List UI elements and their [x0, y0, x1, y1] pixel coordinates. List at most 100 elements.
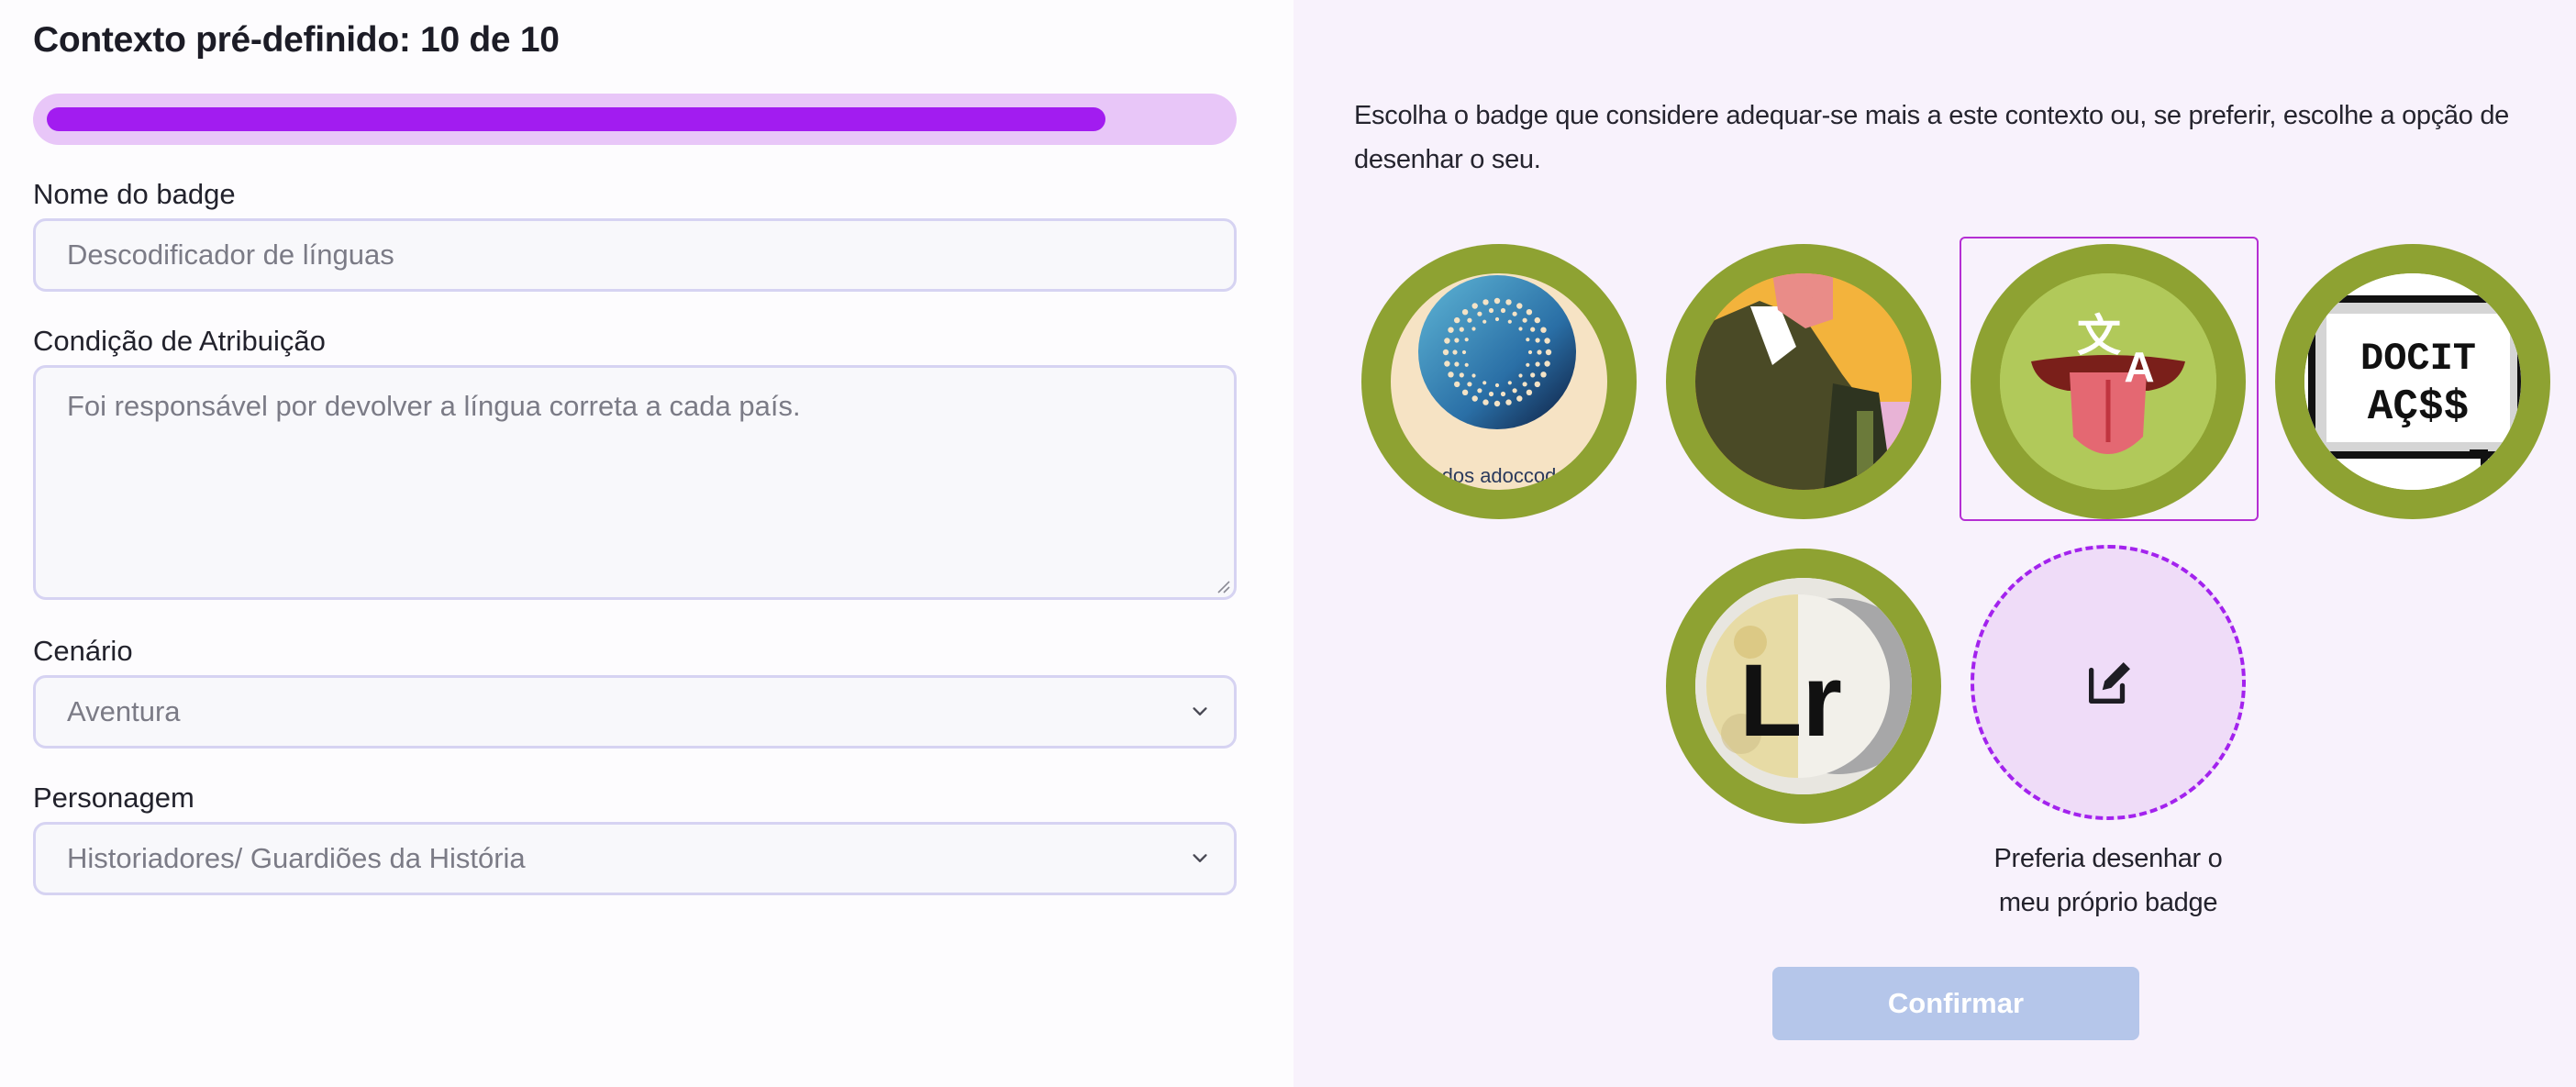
globe-dot	[1467, 317, 1472, 323]
globe-dot	[1512, 388, 1517, 394]
pixel-text-line-2: AÇ$$	[2368, 383, 2469, 431]
globe-dot	[1505, 399, 1512, 405]
globe-dot	[1537, 349, 1542, 355]
globe-dot	[1544, 338, 1550, 344]
globe-dot	[1507, 319, 1512, 324]
globe-dot	[1471, 373, 1476, 378]
globe-dot	[1454, 338, 1460, 343]
badge-option-dots-globe[interactable]: dos adoccod	[1361, 244, 1637, 519]
globe-dot	[1526, 338, 1530, 342]
globe-dot	[1527, 349, 1533, 355]
globe-dot	[1493, 297, 1501, 305]
condition-label: Condição de Atribuição	[33, 325, 326, 357]
badge-option-translate-tongue[interactable]: 文 A	[1971, 244, 2246, 519]
globe-dot	[1544, 360, 1550, 367]
edit-icon	[2089, 662, 2130, 704]
translate-a-glyph: A	[2124, 343, 2154, 391]
globe-dot	[1522, 382, 1527, 387]
globe-dot	[1535, 361, 1540, 367]
badge-image: Lr	[1695, 578, 1912, 794]
globe-dot	[1444, 338, 1450, 344]
draw-own-badge-label: Preferia desenhar o meu próprio badge	[1993, 844, 2223, 917]
globe-dot	[1494, 383, 1500, 388]
globe-dot	[1482, 381, 1487, 385]
globe-dot	[1471, 303, 1478, 309]
globe-dot	[1488, 391, 1494, 397]
globe-dot	[1454, 316, 1460, 324]
scenario-label: Cenário	[33, 635, 133, 667]
globe-dot	[1507, 381, 1512, 385]
pixel-text-line-1: DOCIT	[2360, 337, 2476, 381]
globe-dot	[1477, 388, 1482, 394]
character-value: Historiadores/ Guardiões da História	[67, 842, 526, 874]
globe-dot	[1535, 338, 1540, 343]
globe-dot	[1500, 307, 1506, 314]
pixel-speech-bubble-image: DOCIT AÇ$$	[2304, 273, 2521, 490]
globe-dot	[1526, 362, 1530, 367]
globe-dot	[1454, 361, 1460, 367]
globe-dot	[1482, 299, 1489, 305]
badge-instructions: Escolha o badge que considere adequar-se…	[1354, 101, 2510, 174]
globe-dot	[1459, 372, 1464, 378]
globe-dot	[1477, 311, 1482, 316]
badge-name-label: Nome do badge	[33, 178, 236, 210]
globe-dot	[1471, 395, 1478, 402]
globe-dot	[1452, 349, 1458, 355]
globe-dot	[1444, 360, 1450, 367]
globe-dot	[1512, 311, 1517, 316]
globe-dot	[1534, 381, 1540, 388]
badge-option-lr-painting[interactable]: Lr	[1666, 549, 1941, 824]
page-title: Contexto pré-definido: 10 de 10	[33, 20, 560, 60]
chevron-down-icon	[1193, 854, 1207, 862]
globe-dot	[1516, 395, 1523, 402]
translate-tongue-image: 文 A	[2000, 273, 2216, 490]
dots-globe-image: dos adoccod	[1418, 275, 1576, 487]
globe-dot	[1540, 372, 1547, 378]
globe-dot	[1518, 373, 1523, 378]
resize-grip-icon[interactable]	[1216, 579, 1230, 593]
dots-globe-caption: dos adoccod	[1442, 464, 1557, 487]
globe-dot	[1516, 303, 1523, 309]
globe-dot	[1540, 327, 1547, 333]
chevron-down-icon	[1193, 707, 1207, 715]
globe-dot	[1448, 372, 1454, 378]
globe-dot	[1467, 382, 1472, 387]
globe-dot	[1500, 391, 1506, 397]
figure-illustration-image	[1695, 273, 1912, 490]
badge-image: dos adoccod	[1391, 273, 1607, 490]
character-label: Personagem	[33, 782, 194, 814]
globe-dot	[1493, 400, 1501, 407]
globe-dot	[1461, 349, 1467, 355]
globe-dot	[1448, 327, 1454, 333]
confirm-button[interactable]: Confirmar	[1772, 967, 2139, 1040]
globe-dot	[1526, 309, 1533, 316]
globe-dot	[1464, 362, 1469, 367]
globe-dot	[1461, 309, 1469, 316]
scenario-select[interactable]: Aventura	[33, 675, 1237, 749]
globe-dot	[1545, 349, 1552, 356]
page: Contexto pré-definido: 10 de 10 Nome do …	[0, 0, 2576, 1087]
globe-dot	[1534, 316, 1540, 324]
draw-own-badge-option[interactable]	[1971, 545, 2246, 820]
globe-dot	[1459, 327, 1464, 332]
badge-name-input[interactable]: Descodificador de línguas	[33, 218, 1237, 292]
badge-image: DOCIT AÇ$$	[2304, 273, 2521, 490]
lr-painting-image: Lr	[1695, 578, 1912, 794]
globe-dot	[1471, 327, 1476, 331]
globe-dot	[1482, 319, 1487, 324]
condition-text: Foi responsável por devolver a língua co…	[67, 390, 801, 422]
globe-dot	[1526, 389, 1533, 395]
globe-dot	[1464, 338, 1469, 342]
globe-dot	[1488, 307, 1494, 314]
character-select[interactable]: Historiadores/ Guardiões da História	[33, 822, 1237, 895]
globe-dot	[1482, 399, 1489, 405]
globe-dot	[1442, 349, 1449, 356]
badge-image	[1695, 273, 1912, 490]
scenario-value: Aventura	[67, 695, 181, 727]
badge-option-pixel-bubble[interactable]: DOCIT AÇ$$	[2275, 244, 2550, 519]
lr-glyph: Lr	[1739, 643, 1842, 758]
condition-textarea[interactable]: Foi responsável por devolver a língua co…	[33, 365, 1237, 600]
globe-dot	[1530, 327, 1536, 332]
badge-option-figure[interactable]	[1666, 244, 1941, 519]
globe-dot	[1494, 316, 1500, 322]
